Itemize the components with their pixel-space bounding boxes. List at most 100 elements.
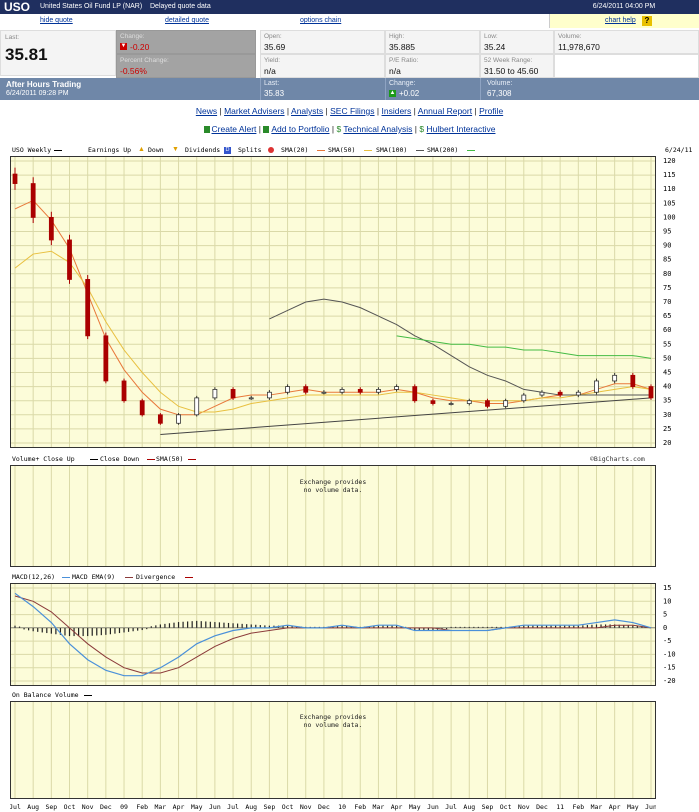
x-tick-label: May (191, 803, 203, 811)
x-tick-label: Jun (209, 803, 221, 811)
chart-date: 6/24/11 (665, 146, 693, 154)
open-cell: Open: 35.69 (260, 30, 385, 54)
sec-filings-link[interactable]: SEC Filings (330, 106, 374, 116)
after-hours-title: After Hours Trading (6, 80, 82, 89)
x-tick-label: Aug (463, 803, 475, 811)
market-advisers-link[interactable]: Market Advisers (224, 106, 284, 116)
candle-body (648, 386, 654, 399)
y-tick-label: 110 (663, 185, 676, 193)
y-tick-label: -15 (663, 664, 676, 672)
divergence-bar (241, 623, 243, 628)
help-icon[interactable]: ? (642, 16, 652, 26)
candle-body (485, 400, 490, 407)
down-arrow-icon: ▼ (120, 43, 127, 50)
hulbert-link[interactable]: Hulbert Interactive (426, 124, 495, 134)
divergence-bar (246, 624, 248, 628)
candle-body (575, 391, 581, 396)
divergence-bar (196, 620, 198, 628)
divergence-bar (41, 627, 43, 633)
dollar-icon: $ (336, 124, 342, 134)
candle-body (539, 391, 545, 396)
x-axis: Jul Aug Sep Oct Nov Dec 09 Feb Mar Apr May Jun Jul Au… (10, 803, 656, 811)
news-link[interactable]: News (196, 106, 217, 116)
analysts-link[interactable]: Analysts (291, 106, 323, 116)
y-tick-label: 35 (663, 397, 671, 405)
candle-body (212, 389, 218, 399)
candle-body (557, 391, 563, 396)
divergence-bar (632, 625, 634, 628)
divergence-bar (227, 622, 230, 628)
volume-nodata: Exchange provides no volume data. (299, 478, 367, 494)
divergence-bar (155, 625, 157, 628)
candle-body (448, 403, 454, 405)
candle-body (303, 386, 309, 393)
y-tick-label: 105 (663, 199, 676, 207)
divergence-bar (46, 627, 48, 634)
divergence-bar (200, 621, 202, 628)
alert-icon (203, 126, 210, 133)
divergence-bar (68, 627, 71, 637)
candle-body (248, 397, 254, 400)
y-tick-label: 95 (663, 228, 671, 236)
x-tick-label: Oct (64, 803, 76, 811)
y-tick-label: 5 (663, 611, 667, 619)
after-hours-time: 6/24/2011 09:28 PM (6, 90, 69, 97)
detailed-quote-link[interactable]: detailed quote (165, 14, 209, 28)
y-tick-label: 80 (663, 270, 671, 278)
divergence-bar (96, 627, 98, 636)
candle-body (157, 414, 163, 424)
y-tick-label: 30 (663, 411, 671, 419)
y-tick-label: -10 (663, 650, 676, 658)
y-tick-label: 115 (663, 171, 676, 179)
x-tick-label: Apr (173, 803, 185, 811)
last-price: 35.81 (5, 45, 48, 64)
divergence-bar (118, 627, 121, 634)
x-tick-label: Sep (264, 803, 276, 811)
x-tick-label: Apr (609, 803, 621, 811)
divergence-bar (114, 627, 116, 634)
low-cell: Low: 35.24 (480, 30, 554, 54)
title-bar: USO United States Oil Fund LP (NAR) Dela… (0, 0, 549, 14)
x-tick-label: Aug (245, 803, 257, 811)
divergence-bar (105, 627, 107, 635)
add-portfolio-link[interactable]: Add to Portfolio (271, 124, 329, 134)
x-tick-label: Sep (482, 803, 494, 811)
hide-quote-link[interactable]: hide quote (40, 14, 73, 28)
options-chain-link[interactable]: options chain (300, 14, 341, 28)
technical-analysis-link[interactable]: Technical Analysis (343, 124, 412, 134)
nav-links: News | Market Advisers | Analysts | SEC … (195, 106, 504, 116)
annual-report-link[interactable]: Annual Report (418, 106, 472, 116)
x-tick-label: 10 (338, 803, 346, 811)
high-cell: High: 35.885 (385, 30, 480, 54)
y-tick-label: 10 (663, 597, 671, 605)
profile-link[interactable]: Profile (479, 106, 503, 116)
obv-panel: Exchange provides no volume data. (10, 701, 656, 799)
series-line-sma100 (269, 298, 651, 396)
insiders-link[interactable]: Insiders (382, 106, 412, 116)
y-tick-label: 40 (663, 383, 671, 391)
candle-body (321, 391, 327, 394)
divergence-bar (37, 627, 39, 632)
divergence-bar (141, 627, 143, 631)
symbol: USO (4, 0, 31, 14)
y-tick-label: 85 (663, 256, 671, 264)
price-panel (10, 156, 656, 448)
divergence-bar (209, 621, 211, 628)
empty-cell (554, 54, 699, 78)
chart-help-link[interactable]: chart help (605, 14, 636, 28)
x-tick-label: Jul (445, 803, 457, 811)
volume-cell: Volume: 11,978,670 (554, 30, 699, 54)
divergence-bar (205, 621, 207, 628)
divergence-bar (214, 622, 216, 628)
divergence-bar (223, 622, 225, 628)
x-tick-label: Aug (27, 803, 39, 811)
create-alert-link[interactable]: Create Alert (212, 124, 257, 134)
divergence-bar (82, 627, 84, 637)
candle-body (466, 400, 472, 404)
divergence-bar (168, 623, 171, 628)
x-tick-label: Feb (572, 803, 584, 811)
x-tick-label: Jul (227, 803, 239, 811)
divergence-bar (132, 627, 134, 632)
divergence-bar (64, 627, 66, 636)
x-tick-label: Nov (82, 803, 94, 811)
